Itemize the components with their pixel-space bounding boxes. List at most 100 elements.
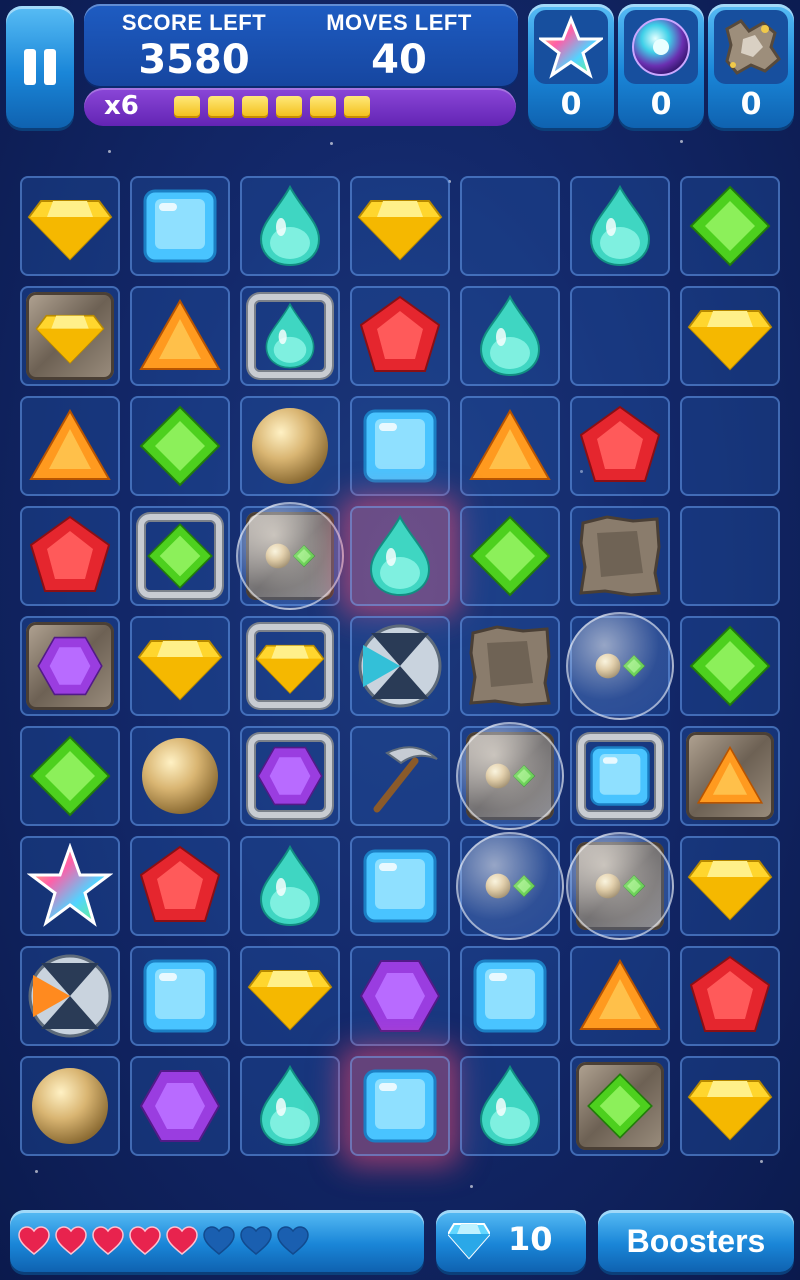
tan-ball-icon[interactable] [22, 1058, 118, 1154]
board-cell[interactable] [130, 946, 230, 1046]
board-cell[interactable] [570, 946, 670, 1046]
yellow-diamond-icon[interactable] [682, 838, 778, 934]
red-pentagon-icon[interactable] [352, 288, 448, 384]
board-cell[interactable] [570, 396, 670, 496]
red-pentagon-icon[interactable] [132, 838, 228, 934]
green-rhombus-icon[interactable] [682, 618, 778, 714]
board-cell[interactable] [20, 616, 120, 716]
orange-triangle-icon[interactable] [462, 398, 558, 494]
rainbow-star-icon[interactable] [22, 838, 118, 934]
chained-green-cross-icon[interactable] [132, 508, 228, 604]
gems-button[interactable]: 10 [436, 1210, 586, 1272]
green-rhombus-icon[interactable] [462, 508, 558, 604]
board-cell[interactable] [20, 946, 120, 1046]
teal-drop-icon[interactable] [242, 838, 338, 934]
board-cell[interactable] [130, 836, 230, 936]
board-cell[interactable] [240, 836, 340, 936]
board-cell[interactable] [460, 616, 560, 716]
board-cell[interactable] [460, 396, 560, 496]
board-cell[interactable] [130, 1056, 230, 1156]
blue-square-icon[interactable] [462, 948, 558, 1044]
board-cell[interactable] [350, 286, 450, 386]
board-cell[interactable] [236, 502, 344, 610]
rock-yellow-diamond-icon[interactable] [22, 288, 118, 384]
board-cell[interactable] [570, 286, 670, 386]
board-cell[interactable] [460, 946, 560, 1046]
board-cell[interactable] [570, 506, 670, 606]
board-cell[interactable] [350, 1056, 450, 1156]
chained-yellow-arrow-icon[interactable] [242, 618, 338, 714]
board-cell[interactable] [350, 946, 450, 1046]
rock-block-icon[interactable] [462, 618, 558, 714]
chained-purple-hourglass-icon[interactable] [242, 728, 338, 824]
rock-orange-triangle-icon[interactable] [682, 728, 778, 824]
board-cell[interactable] [20, 506, 120, 606]
board-cell[interactable] [680, 946, 780, 1046]
board-cell[interactable] [570, 1056, 670, 1156]
board-cell[interactable] [570, 176, 670, 276]
teal-drop-icon[interactable] [462, 288, 558, 384]
board-cell[interactable] [350, 176, 450, 276]
yellow-diamond-icon[interactable] [132, 618, 228, 714]
board-cell[interactable] [460, 286, 560, 386]
red-pentagon-icon[interactable] [682, 948, 778, 1044]
board-cell[interactable] [240, 396, 340, 496]
purple-hexagon-icon[interactable] [132, 1058, 228, 1154]
blue-square-icon[interactable] [352, 838, 448, 934]
board-cell[interactable] [680, 616, 780, 716]
silver-x-bomb-orange-icon[interactable] [22, 948, 118, 1044]
green-rhombus-icon[interactable] [682, 178, 778, 274]
rock-block-icon[interactable] [572, 508, 668, 604]
board-cell[interactable] [456, 832, 564, 940]
board-cell[interactable] [350, 616, 450, 716]
teal-drop-icon[interactable] [242, 1058, 338, 1154]
rock-bubble-mix-icon[interactable] [456, 722, 564, 830]
bubble-mix-icon[interactable] [566, 612, 674, 720]
yellow-diamond-icon[interactable] [352, 178, 448, 274]
board-cell[interactable] [350, 726, 450, 826]
board-cell[interactable] [130, 176, 230, 276]
board-cell[interactable] [20, 836, 120, 936]
board-cell[interactable] [680, 176, 780, 276]
red-pentagon-icon[interactable] [572, 398, 668, 494]
board-cell[interactable] [680, 286, 780, 386]
board-cell[interactable] [20, 1056, 120, 1156]
board-cell[interactable] [130, 506, 230, 606]
yellow-diamond-icon[interactable] [22, 178, 118, 274]
purple-hexagon-icon[interactable] [352, 948, 448, 1044]
board-cell[interactable] [20, 176, 120, 276]
board-cell[interactable] [240, 1056, 340, 1156]
rock-bubble-mix-icon[interactable] [236, 502, 344, 610]
board-cell[interactable] [20, 286, 120, 386]
tan-ball-icon[interactable] [242, 398, 338, 494]
board-cell[interactable] [460, 176, 560, 276]
board-cell[interactable] [240, 946, 340, 1046]
chained-teal-drop-icon[interactable] [242, 288, 338, 384]
board-cell[interactable] [130, 286, 230, 386]
yellow-diamond-icon[interactable] [682, 288, 778, 384]
board-cell[interactable] [350, 836, 450, 936]
tan-ball-icon[interactable] [132, 728, 228, 824]
red-pentagon-icon[interactable] [22, 508, 118, 604]
board-cell[interactable] [460, 506, 560, 606]
rock-green-rhombus-icon[interactable] [572, 1058, 668, 1154]
board-cell[interactable] [350, 396, 450, 496]
boosters-button[interactable]: Boosters [598, 1210, 794, 1272]
bubble-mix-icon[interactable] [456, 832, 564, 940]
yellow-diamond-icon[interactable] [682, 1058, 778, 1154]
rock-purple-hexagon-icon[interactable] [22, 618, 118, 714]
board-cell[interactable] [130, 726, 230, 826]
blue-square-icon[interactable] [132, 948, 228, 1044]
green-rhombus-icon[interactable] [22, 728, 118, 824]
board-cell[interactable] [680, 1056, 780, 1156]
orange-triangle-icon[interactable] [132, 288, 228, 384]
board-cell[interactable] [20, 726, 120, 826]
board-cell[interactable] [680, 396, 780, 496]
board-cell[interactable] [130, 616, 230, 716]
yellow-diamond-icon[interactable] [242, 948, 338, 1044]
board-cell[interactable] [680, 726, 780, 826]
blue-square-icon[interactable] [132, 178, 228, 274]
blue-square-icon[interactable] [352, 398, 448, 494]
silver-x-bomb-icon[interactable] [352, 618, 448, 714]
glow-blue-square-icon[interactable] [352, 1058, 448, 1154]
